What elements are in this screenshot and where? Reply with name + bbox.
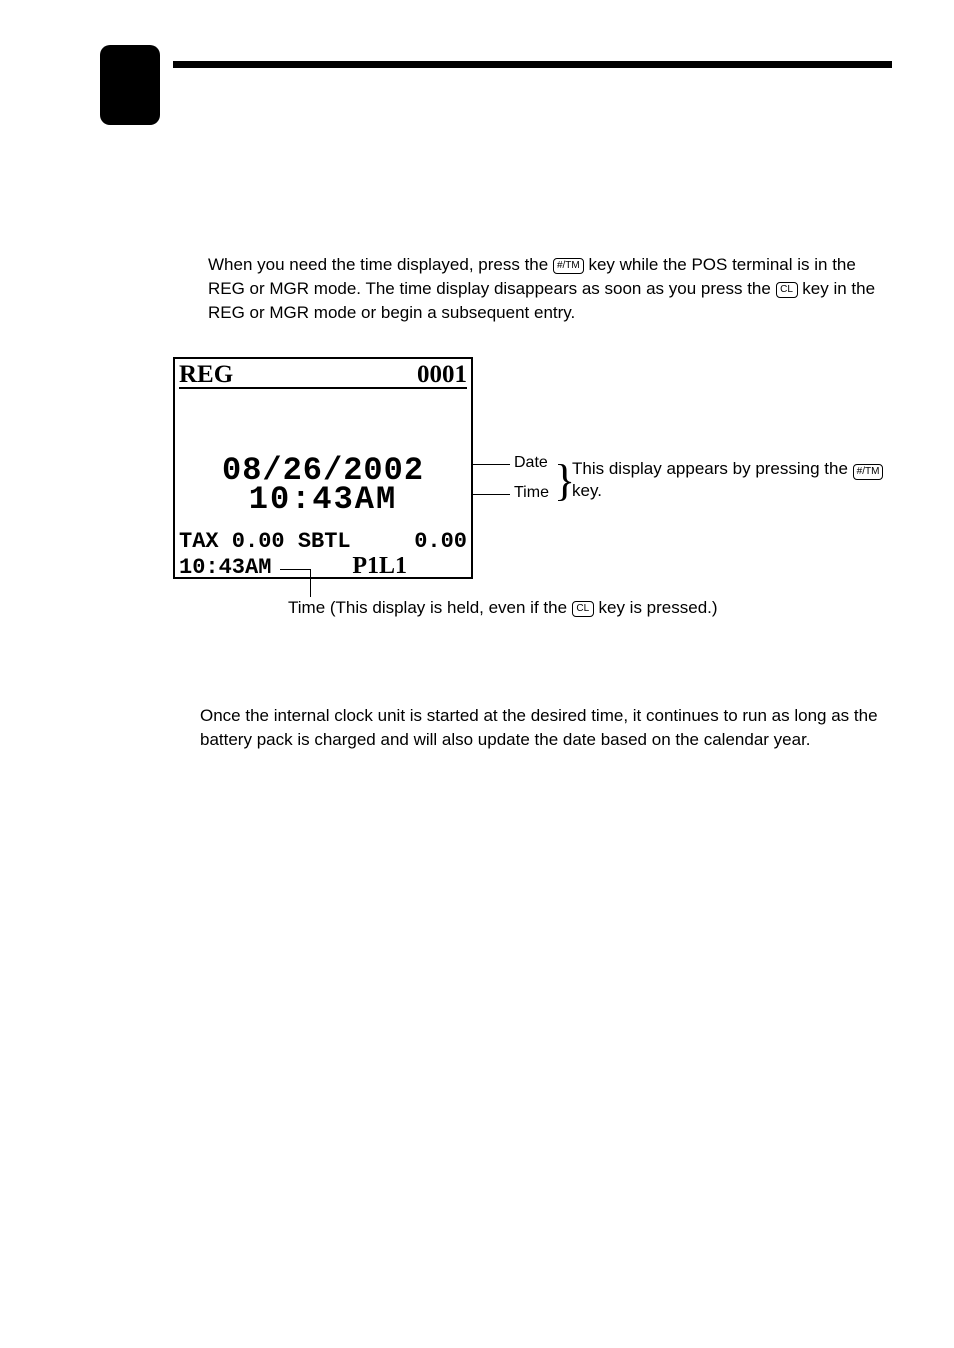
lcd-mode: REG (179, 361, 233, 389)
cl-key-icon: CL (776, 282, 798, 298)
lcd-underline (179, 387, 467, 389)
tm-key-icon: #/TM (553, 258, 584, 274)
lcd-display-illustration: REG 0001 08/26/2002 10:43AM TAX 0.00 SBT… (173, 357, 474, 580)
lcd-time-held: 10:43AM (179, 555, 271, 580)
tm-key-icon: #/TM (853, 464, 884, 480)
lcd-status-left: TAX 0.00 SBTL (179, 529, 351, 554)
annotation-body: This display appears by pressing the #/T… (572, 458, 902, 502)
time-annotation-label: Time (514, 484, 549, 502)
leader-line (280, 569, 310, 570)
time-held-caption: Time (This display is held, even if the … (288, 598, 718, 618)
cl-key-icon: CL (572, 601, 594, 617)
footnote-paragraph: Once the internal clock unit is started … (200, 704, 896, 752)
header-rule (173, 61, 892, 68)
leader-line (310, 569, 311, 597)
caption-text-2: key is pressed.) (599, 598, 718, 617)
lcd-number: 0001 (417, 361, 467, 389)
date-annotation-label: Date (514, 454, 548, 472)
intro-text-1: When you need the time displayed, press … (208, 255, 553, 274)
leader-line (472, 464, 510, 465)
section-marker-box (100, 45, 160, 125)
annotation-text-2: key. (572, 481, 602, 500)
leader-line (472, 494, 510, 495)
intro-paragraph: When you need the time displayed, press … (208, 253, 896, 325)
caption-text-1: Time (This display is held, even if the (288, 598, 572, 617)
lcd-time: 10:43AM (175, 481, 471, 518)
annotation-text-1: This display appears by pressing the (572, 459, 853, 478)
lcd-page-label: P1L1 (352, 553, 407, 580)
lcd-status-right: 0.00 (414, 529, 467, 554)
